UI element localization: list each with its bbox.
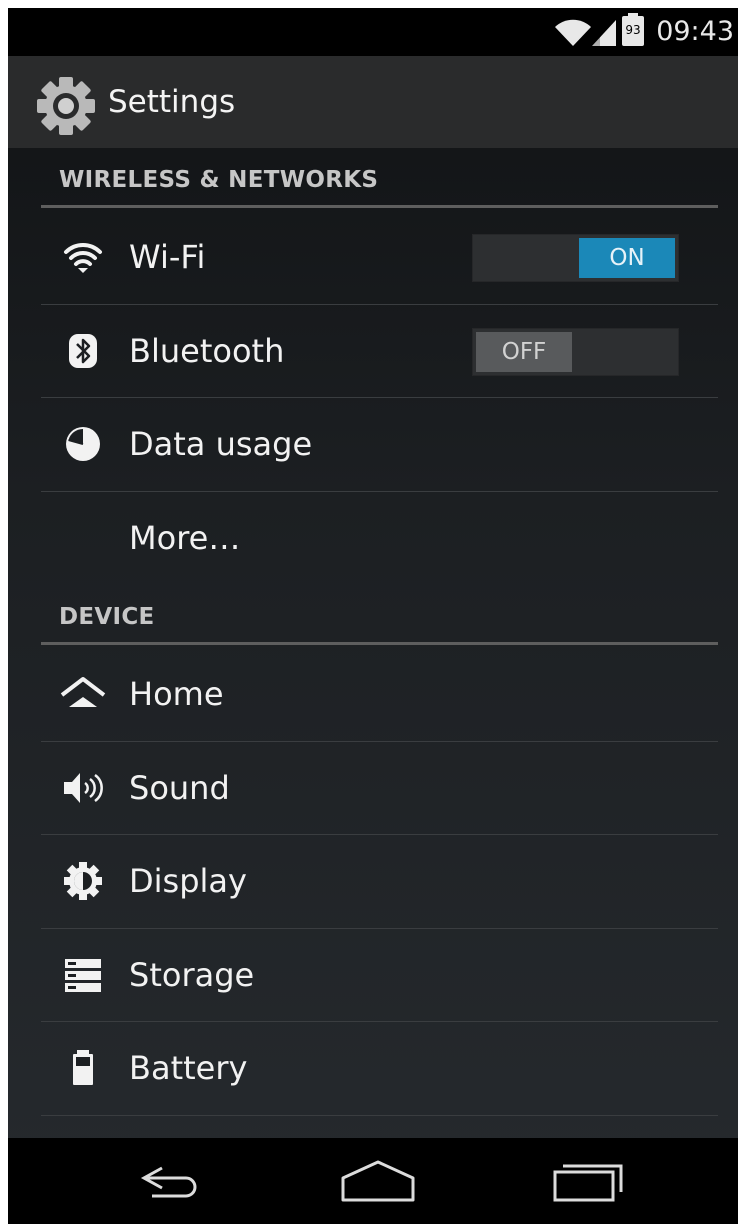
settings-item-label: Bluetooth xyxy=(129,332,285,370)
bluetooth-toggle[interactable]: OFF xyxy=(472,328,679,376)
data-usage-icon xyxy=(66,427,100,461)
battery-icon xyxy=(73,1050,93,1085)
page-title: Settings xyxy=(108,84,236,120)
home-nav-icon[interactable] xyxy=(333,1154,423,1210)
settings-screen: 93 09:43 Settings WIRELESS & NETWORKS Wi… xyxy=(8,8,738,1224)
settings-item-data-usage[interactable]: Data usage xyxy=(8,398,738,491)
settings-item-label: Sound xyxy=(129,769,230,807)
bluetooth-icon xyxy=(69,334,97,368)
settings-item-label: Battery xyxy=(129,1049,248,1087)
settings-item-label: Display xyxy=(129,862,247,900)
home-icon xyxy=(60,677,106,707)
section-divider xyxy=(41,205,718,208)
action-bar: Settings xyxy=(8,56,738,148)
status-bar: 93 09:43 xyxy=(8,8,738,56)
sound-icon xyxy=(64,773,103,803)
settings-gear-icon[interactable] xyxy=(36,76,96,136)
navigation-bar xyxy=(8,1138,738,1224)
settings-item-label: Storage xyxy=(129,956,255,994)
settings-item-bluetooth[interactable]: Bluetooth OFF xyxy=(8,305,738,398)
toggle-thumb: OFF xyxy=(476,332,572,372)
settings-item-wifi[interactable]: Wi-Fi ON xyxy=(8,211,738,304)
section-header-device: DEVICE xyxy=(59,604,155,630)
settings-item-sound[interactable]: Sound xyxy=(8,742,738,835)
settings-item-more[interactable]: More… xyxy=(8,492,738,585)
settings-item-home[interactable]: Home xyxy=(8,648,738,741)
back-icon[interactable] xyxy=(128,1154,218,1210)
wifi-toggle[interactable]: ON xyxy=(472,234,679,282)
section-divider xyxy=(41,642,718,645)
section-header-wireless: WIRELESS & NETWORKS xyxy=(59,167,379,193)
wifi-icon xyxy=(64,242,102,273)
cell-signal-icon xyxy=(592,20,616,46)
settings-item-label: Data usage xyxy=(129,425,313,463)
toggle-thumb: ON xyxy=(579,238,675,278)
row-divider xyxy=(41,1115,718,1116)
settings-item-display[interactable]: Display xyxy=(8,835,738,928)
battery-level: 93 xyxy=(625,23,641,37)
clock: 09:43 xyxy=(656,16,734,47)
wifi-icon xyxy=(555,19,591,46)
settings-item-label: More… xyxy=(129,519,241,557)
storage-icon xyxy=(65,959,101,992)
settings-item-battery[interactable]: Battery xyxy=(8,1022,738,1115)
settings-item-storage[interactable]: Storage xyxy=(8,929,738,1022)
settings-item-label: Home xyxy=(129,675,224,713)
settings-item-label: Wi-Fi xyxy=(129,238,206,276)
display-icon xyxy=(64,862,102,900)
recents-icon[interactable] xyxy=(543,1154,633,1210)
battery-icon: 93 xyxy=(622,13,644,46)
